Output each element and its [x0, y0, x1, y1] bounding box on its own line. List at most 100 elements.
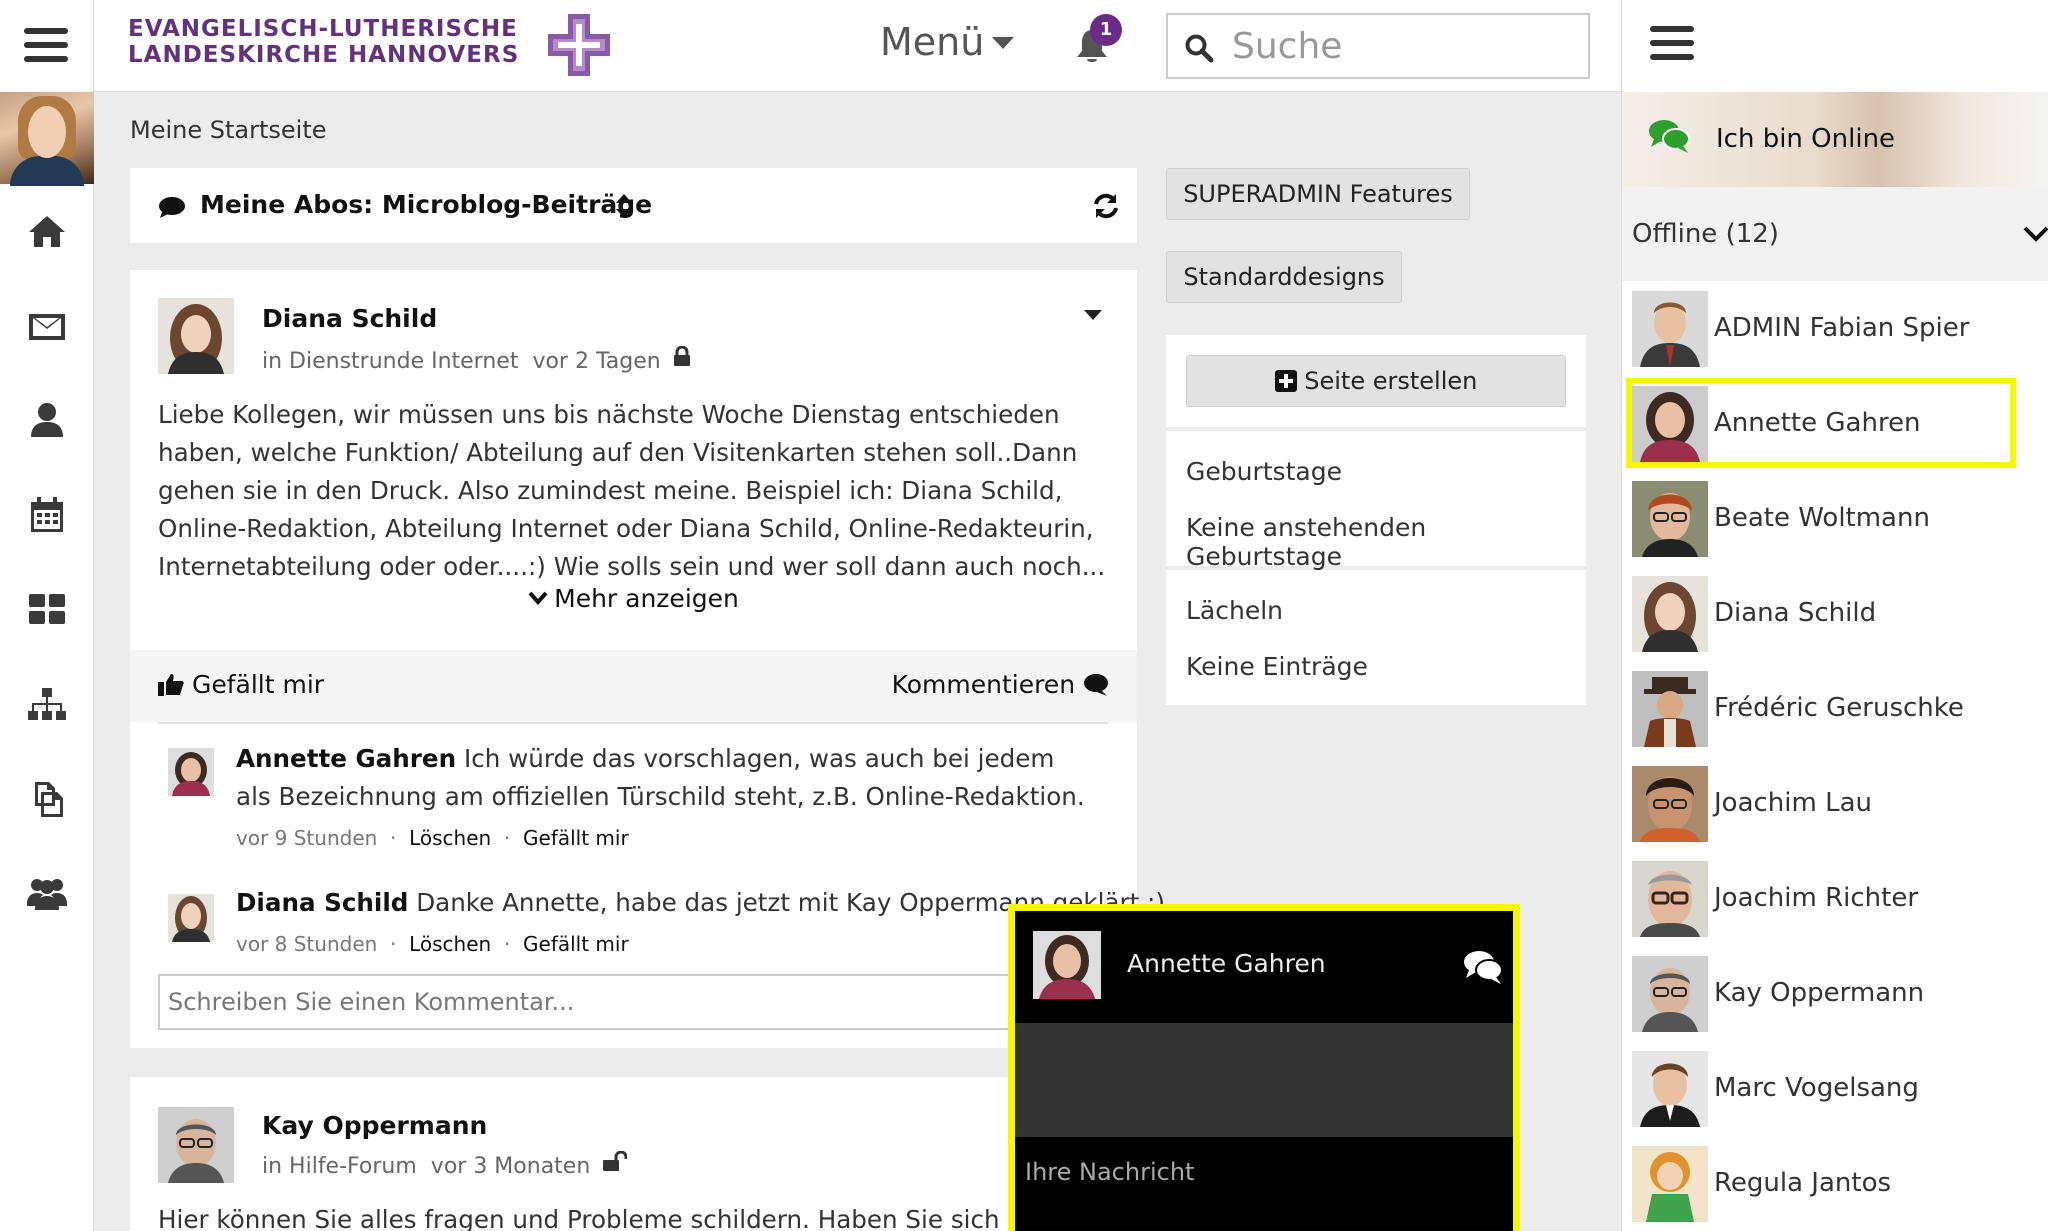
standard-designs-button[interactable]: Standarddesigns [1166, 251, 1402, 303]
commenter-avatar[interactable] [168, 748, 214, 796]
post-actions-bar: Gefällt mir Kommentieren [130, 650, 1137, 722]
caret-down-icon [992, 37, 1015, 49]
current-user-avatar[interactable] [0, 92, 94, 186]
show-more-link[interactable]: Mehr anzeigen [130, 584, 1137, 613]
post-time: vor 3 Monaten [430, 1154, 591, 1179]
post-options-caret-icon[interactable] [1084, 310, 1102, 320]
post-body: Liebe Kollegen, wir müssen uns bis nächs… [158, 400, 1106, 581]
contact-item[interactable]: Frédéric Geruschke [1622, 661, 2048, 756]
commenter-avatar[interactable] [168, 894, 214, 942]
user-icon[interactable] [27, 401, 67, 439]
comment-input[interactable] [158, 974, 1108, 1030]
contact-item[interactable]: Joachim Richter [1622, 851, 2048, 946]
post-group[interactable]: in Dienstrunde Internet [262, 349, 518, 374]
birthdays-panel: Geburtstage Keine anstehenden Geburtstag… [1166, 431, 1586, 571]
main-menu-dropdown[interactable]: Menü [880, 20, 1015, 64]
contact-item[interactable]: Marc Vogelsang [1622, 1041, 2048, 1136]
hamburger-menu-icon[interactable] [24, 28, 68, 62]
birthdays-title[interactable]: Geburtstage [1186, 457, 1342, 486]
comment-meta: vor 8 Stunden · Löschen · Gefällt mir [236, 932, 629, 956]
comment-text: Annette Gahren Ich würde das vorschlagen… [236, 740, 1096, 816]
plus-square-icon [1274, 370, 1297, 392]
contact-item[interactable]: ADMIN Fabian Spier [1622, 281, 2048, 376]
refresh-icon[interactable] [1092, 192, 1120, 220]
post-author[interactable]: Diana Schild [262, 304, 437, 333]
show-more-label: Mehr anzeigen [554, 584, 739, 613]
superadmin-features-button[interactable]: SUPERADMIN Features [1166, 168, 1470, 220]
notification-badge[interactable]: 1 [1090, 14, 1122, 46]
post-group[interactable]: in Hilfe-Forum [262, 1154, 417, 1179]
post-card: Diana Schild in Dienstrunde Internet vor… [130, 270, 1165, 1048]
envelope-icon[interactable] [27, 308, 67, 346]
delete-comment-link[interactable]: Löschen [409, 826, 491, 850]
chevron-down-icon [2023, 226, 2048, 242]
create-page-label: Seite erstellen [1304, 367, 1478, 395]
create-page-panel: Seite erstellen [1166, 335, 1586, 427]
contact-name: ADMIN Fabian Spier [1714, 313, 1970, 343]
post-body: Hier können Sie alles fragen und Problem… [158, 1205, 1080, 1231]
dashboard-icon[interactable] [27, 590, 67, 628]
post-meta: in Hilfe-Forum vor 3 Monaten [262, 1151, 628, 1179]
like-comment-link[interactable]: Gefällt mir [523, 932, 629, 956]
author-avatar[interactable] [158, 1107, 234, 1183]
search-box [1166, 13, 1590, 79]
delete-comment-link[interactable]: Löschen [409, 932, 491, 956]
offline-section-toggle[interactable]: Offline (12) [1622, 187, 2048, 281]
smile-text: Keine Einträge [1186, 652, 1368, 681]
lock-icon [673, 346, 690, 366]
calendar-icon[interactable] [27, 496, 67, 534]
sort-icon[interactable] [616, 194, 632, 218]
search-input[interactable] [1232, 23, 1572, 69]
contact-item[interactable]: Joachim Lau [1622, 756, 2048, 851]
online-label: Ich bin Online [1716, 124, 1896, 154]
author-avatar[interactable] [158, 298, 234, 374]
church-logo[interactable]: EVANGELISCH-LUTHERISCHE LANDESKIRCHE HAN… [128, 14, 618, 76]
top-bar: EVANGELISCH-LUTHERISCHE LANDESKIRCHE HAN… [94, 0, 1621, 92]
group-icon[interactable] [27, 874, 67, 912]
like-comment-link[interactable]: Gefällt mir [523, 826, 629, 850]
contact-name: Kay Oppermann [1714, 978, 1925, 1008]
post-time: vor 2 Tagen [532, 349, 661, 374]
offline-label: Offline (12) [1632, 219, 1779, 249]
commenter-name[interactable]: Diana Schild [236, 888, 408, 917]
contact-item[interactable]: Regula Jantos [1622, 1136, 2048, 1231]
highlight-annotation [1626, 378, 2016, 468]
sitemap-icon[interactable] [27, 686, 67, 724]
chat-popup: Annette Gahren [1008, 904, 1520, 1231]
contact-avatar [1632, 1051, 1708, 1127]
smile-panel: Lächeln Keine Einträge [1166, 570, 1586, 705]
contact-name: Frédéric Geruschke [1714, 693, 1964, 723]
feed-title[interactable]: Meine Abos: Microblog-Beiträge [200, 190, 652, 219]
post-author[interactable]: Kay Oppermann [262, 1111, 487, 1140]
contact-name: Regula Jantos [1714, 1168, 1892, 1198]
chat-bubbles-icon[interactable] [1463, 949, 1503, 985]
contact-name: Joachim Lau [1714, 788, 1872, 818]
comment-time: vor 9 Stunden [236, 826, 378, 850]
thumbs-up-icon [158, 674, 184, 696]
breadcrumb[interactable]: Meine Startseite [130, 116, 327, 144]
contact-avatar [1632, 291, 1708, 367]
chat-header[interactable]: Annette Gahren [1015, 911, 1513, 1023]
contact-item[interactable]: Beate Woltmann [1622, 471, 2048, 566]
post-card: Kay Oppermann in Hilfe-Forum vor 3 Monat… [130, 1077, 1137, 1231]
home-icon[interactable] [27, 212, 67, 250]
search-icon [1185, 34, 1214, 63]
chevron-down-icon [528, 591, 548, 606]
chat-message-input[interactable] [1015, 1137, 1513, 1207]
right-sidebar: Ich bin Online Offline (12) ADMIN Fabian… [1621, 0, 2048, 1231]
chat-online-icon [1649, 120, 1690, 153]
create-page-button[interactable]: Seite erstellen [1186, 355, 1566, 407]
contact-item[interactable]: Diana Schild [1622, 566, 2048, 661]
comment-button[interactable]: Kommentieren [892, 670, 1109, 699]
sidebar-hamburger-icon[interactable] [1650, 26, 1694, 60]
smile-title[interactable]: Lächeln [1186, 596, 1283, 625]
contact-avatar [1632, 766, 1708, 842]
chat-avatar [1033, 931, 1101, 999]
online-status[interactable]: Ich bin Online [1622, 92, 2048, 187]
divider [158, 722, 1108, 724]
documents-icon[interactable] [27, 780, 67, 818]
like-button[interactable]: Gefällt mir [158, 670, 324, 699]
commenter-name[interactable]: Annette Gahren [236, 744, 456, 773]
comment-time: vor 8 Stunden [236, 932, 378, 956]
contact-item[interactable]: Kay Oppermann [1622, 946, 2048, 1041]
